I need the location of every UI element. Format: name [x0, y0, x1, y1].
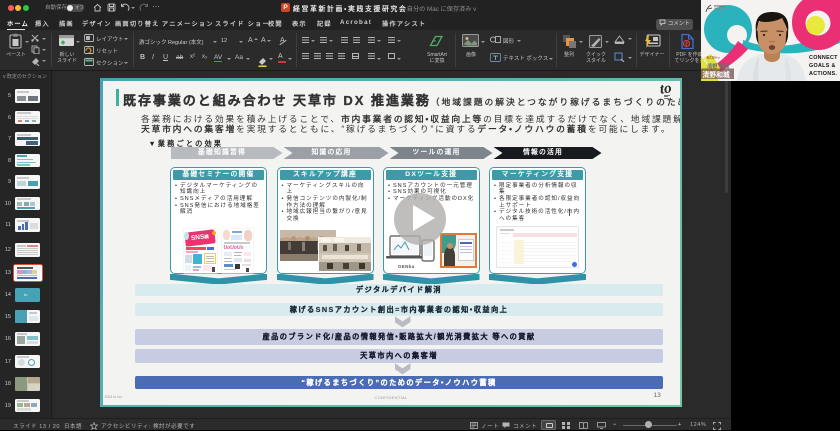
svg-text:CONNECT: CONNECT: [809, 55, 838, 61]
svg-text:GOALS &: GOALS &: [809, 63, 836, 69]
svg-text:ACTIONS.: ACTIONS.: [809, 71, 837, 77]
svg-text:株式会社 to: 株式会社 to: [707, 56, 721, 60]
svg-text:清野和城: 清野和城: [703, 70, 730, 79]
